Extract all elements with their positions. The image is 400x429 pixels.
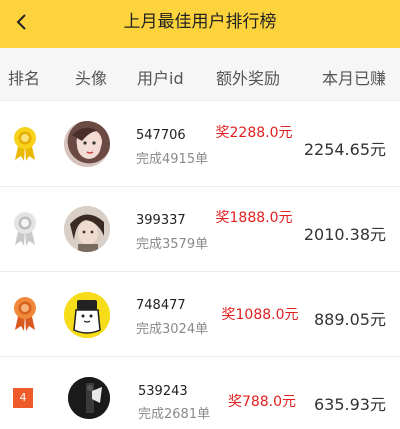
earned-amount: 2010.38元 [303,225,386,244]
earned-amount: 635.93元 [314,395,386,414]
rank-number-badge: 4 [13,388,33,408]
bronze-medal-icon [14,297,36,331]
bonus-amount: 奖1088.0元 [221,307,299,323]
table-row[interactable]: 547706 完成4915单 奖2288.0元 2254.65元 [0,102,400,187]
silver-medal-icon [14,212,36,246]
orders-completed: 完成2681单 [138,407,211,422]
orders-completed: 完成3579单 [136,237,209,252]
user-id: 399337 [136,213,186,228]
bonus-amount: 奖1888.0元 [215,210,293,226]
avatar-face-icon [64,292,110,338]
avatar [64,121,110,167]
page-title: 上月最佳用户排行榜 [123,12,277,32]
orders-completed: 完成3024单 [136,322,209,337]
bonus-amount: 奖788.0元 [227,394,297,410]
earned-amount: 2254.65元 [303,140,386,159]
table-header: 排名 头像 用户id 额外奖励 本月已赚 [0,48,400,101]
avatar-face-icon [72,127,101,159]
top-bar: 上月最佳用户排行榜 [0,0,400,48]
earned-amount: 889.05元 [314,310,386,329]
avatar-figure-icon [68,377,110,419]
column-rank: 排名 [8,69,41,88]
avatar [68,377,110,419]
column-bonus: 额外奖励 [216,69,281,88]
column-user-id: 用户id [137,69,184,88]
user-id: 539243 [138,384,188,399]
user-id: 547706 [136,128,186,143]
column-earned: 本月已赚 [322,69,387,88]
table-row[interactable]: 399337 完成3579单 奖1888.0元 2010.38元 [0,187,400,272]
table-row[interactable]: 4 539243 完成2681单 奖788.0元 635.93元 [0,357,400,429]
user-id: 748477 [136,298,186,313]
column-avatar: 头像 [75,69,108,88]
table-row[interactable]: 748477 完成3024单 奖1088.0元 889.05元 [0,272,400,357]
avatar [64,206,110,252]
avatar [64,292,110,338]
bonus-amount: 奖2288.0元 [215,125,293,141]
gold-medal-icon [14,127,36,161]
orders-completed: 完成4915单 [136,152,209,167]
avatar-face-icon [64,206,110,252]
